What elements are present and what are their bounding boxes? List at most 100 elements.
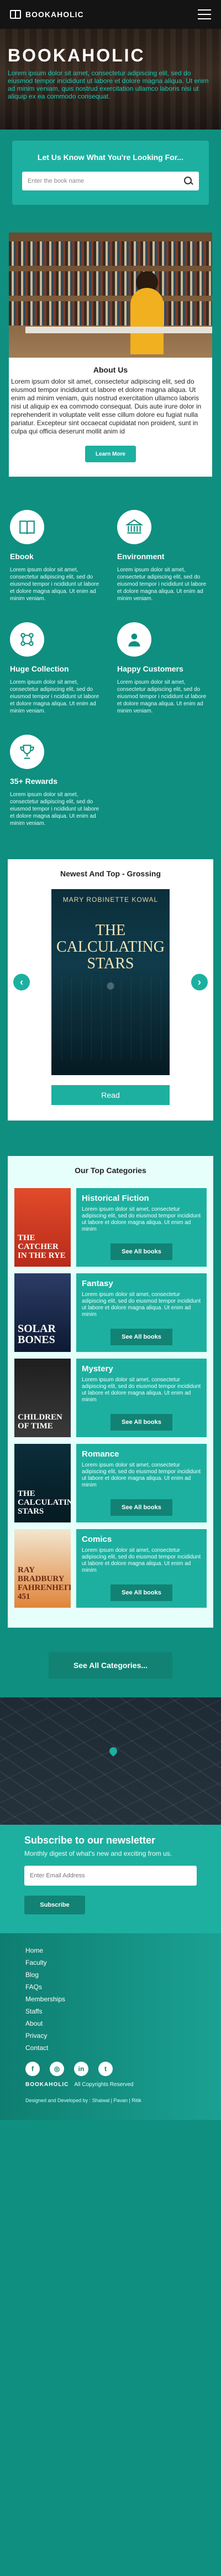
subscribe-button[interactable]: Subscribe xyxy=(24,1896,85,1914)
see-all-books-button[interactable]: See All books xyxy=(110,1243,172,1260)
copyright-text: All Copyrights Reserved xyxy=(74,2082,134,2088)
see-all-books-button[interactable]: See All books xyxy=(110,1584,172,1601)
chevron-right-icon[interactable]: › xyxy=(191,974,208,990)
learn-more-button[interactable]: Learn More xyxy=(85,446,136,462)
about-body: About Us Lorem ipsum dolor sit amet, con… xyxy=(9,358,212,477)
footer-brand-row: BOOKAHOLIC All Copyrights Reserved xyxy=(25,2082,196,2088)
feature-text: Lorem ipsum dolor sit amet, consectetur … xyxy=(10,567,99,602)
footer-link-home[interactable]: Home xyxy=(25,1944,196,1956)
footer-link-contact[interactable]: Contact xyxy=(25,2042,196,2054)
twitter-icon[interactable]: t xyxy=(98,2062,113,2076)
footer-link-staffs[interactable]: Staffs xyxy=(25,2005,196,2017)
library-photo xyxy=(9,233,212,358)
category-desc: Lorem ipsum dolor sit amet, consectetur … xyxy=(82,1377,201,1403)
feature-text: Lorem ipsum dolor sit amet, consectetur … xyxy=(117,567,207,602)
newest-card: Newest And Top - Grossing ‹ MARY ROBINET… xyxy=(8,859,213,1121)
about-text: Lorem ipsum dolor sit amet, consectetur … xyxy=(11,378,202,435)
feature-text: Lorem ipsum dolor sit amet, consectetur … xyxy=(117,679,207,714)
features-section: Ebook Lorem ipsum dolor sit amet, consec… xyxy=(0,477,221,827)
hamburger-icon[interactable] xyxy=(198,9,211,19)
shelf-illustration xyxy=(9,301,212,326)
feature-text: Lorem ipsum dolor sit amet, consectetur … xyxy=(10,792,99,827)
cover-title: RAY BRADBURY FAHRENHEIT 451 xyxy=(18,1566,71,1601)
map-pin-icon xyxy=(108,1746,119,1757)
categories-section: Our Top Categories THE CATCHER IN THE RY… xyxy=(0,1121,221,1679)
book-carousel: ‹ MARY ROBINETTE KOWAL THE CALCULATING S… xyxy=(8,889,213,1075)
category-desc: Lorem ipsum dolor sit amet, consectetur … xyxy=(82,1462,201,1488)
category-name: Historical Fiction xyxy=(82,1194,149,1203)
footer-link-faculty[interactable]: Faculty xyxy=(25,1956,196,1969)
footer-brand: BOOKAHOLIC xyxy=(25,2082,69,2088)
book-cover[interactable]: MARY ROBINETTE KOWAL THE CALCULATING STA… xyxy=(51,889,170,1075)
categories-card: Our Top Categories THE CATCHER IN THE RY… xyxy=(8,1156,213,1628)
facebook-icon[interactable]: f xyxy=(25,2062,40,2076)
category-row: SOLAR BONES Fantasy Lorem ipsum dolor si… xyxy=(14,1273,207,1352)
category-cover[interactable]: CHILDREN OF TIME xyxy=(14,1359,71,1437)
see-all-books-button[interactable]: See All books xyxy=(110,1329,172,1345)
trophy-icon xyxy=(10,735,44,769)
category-row: THE CATCHER IN THE RYE Historical Fictio… xyxy=(14,1188,207,1267)
read-button[interactable]: Read xyxy=(51,1085,170,1105)
feature-text: Lorem ipsum dolor sit amet, consectetur … xyxy=(10,679,99,714)
category-cover[interactable]: RAY BRADBURY FAHRENHEIT 451 xyxy=(14,1529,71,1608)
top-navbar: BOOKAHOLIC xyxy=(0,0,221,29)
email-field[interactable] xyxy=(24,1866,197,1886)
feature-title: Environment xyxy=(117,552,165,561)
brand-logo[interactable]: BOOKAHOLIC xyxy=(10,10,84,19)
credit-text: Designed and Developed by : Shaiwal | Pa… xyxy=(25,2098,141,2103)
category-card: Comics Lorem ipsum dolor sit amet, conse… xyxy=(76,1529,207,1608)
category-card: Mystery Lorem ipsum dolor sit amet, cons… xyxy=(76,1359,207,1437)
categories-title: Our Top Categories xyxy=(75,1166,146,1175)
social-links: f ◎ in t xyxy=(25,2062,196,2076)
book-icon xyxy=(10,510,44,544)
search-icon[interactable] xyxy=(183,176,193,186)
footer-link-memberships[interactable]: Memberships xyxy=(25,1993,196,2005)
newsletter-title: Subscribe to our newsletter xyxy=(24,1835,156,1846)
footer-link-faqs[interactable]: FAQs xyxy=(25,1981,196,1993)
book-title: THE CALCULATING STARS xyxy=(56,922,165,972)
book-author: MARY ROBINETTE KOWAL xyxy=(62,896,159,904)
category-cover[interactable]: SOLAR BONES xyxy=(14,1273,71,1352)
category-name: Romance xyxy=(82,1449,119,1459)
chevron-left-icon[interactable]: ‹ xyxy=(13,974,30,990)
category-desc: Lorem ipsum dolor sit amet, consectetur … xyxy=(82,1292,201,1318)
instagram-icon[interactable]: ◎ xyxy=(50,2062,64,2076)
feature-rewards: 35+ Rewards Lorem ipsum dolor sit amet, … xyxy=(10,735,104,827)
category-desc: Lorem ipsum dolor sit amet, consectetur … xyxy=(82,1547,201,1573)
category-cover[interactable]: THE CALCULATING STARS xyxy=(14,1444,71,1522)
location-map[interactable] xyxy=(0,1697,221,1825)
feature-title: Huge Collection xyxy=(10,664,69,673)
hero-banner: BOOKAHOLIC Lorem ipsum dolor sit amet, c… xyxy=(0,29,221,130)
newest-title: Newest And Top - Grossing xyxy=(60,869,161,878)
category-card: Romance Lorem ipsum dolor sit amet, cons… xyxy=(76,1444,207,1522)
about-section: About Us Lorem ipsum dolor sit amet, con… xyxy=(0,205,221,477)
feature-customers: Happy Customers Lorem ipsum dolor sit am… xyxy=(117,622,211,715)
grid-icon xyxy=(10,622,44,657)
see-all-categories-button[interactable]: See All Categories... xyxy=(49,1652,172,1679)
footer-link-blog[interactable]: Blog xyxy=(25,1969,196,1981)
category-row: RAY BRADBURY FAHRENHEIT 451 Comics Lorem… xyxy=(14,1529,207,1608)
desk-illustration xyxy=(25,327,212,333)
linkedin-icon[interactable]: in xyxy=(74,2062,88,2076)
newsletter-section: Subscribe to our newsletter Monthly dige… xyxy=(0,1825,221,1933)
footer-link-privacy[interactable]: Privacy xyxy=(25,2030,196,2042)
see-all-books-button[interactable]: See All books xyxy=(110,1499,172,1516)
category-cover[interactable]: THE CATCHER IN THE RYE xyxy=(14,1188,71,1267)
shelf-illustration xyxy=(9,271,212,296)
hero-subtitle: Lorem ipsum dolor sit amet, consectetur … xyxy=(8,69,209,100)
footer: Home Faculty Blog FAQs Memberships Staff… xyxy=(0,1933,221,2120)
search-input[interactable] xyxy=(28,173,183,189)
category-desc: Lorem ipsum dolor sit amet, consectetur … xyxy=(82,1206,201,1232)
cover-artwork xyxy=(51,978,170,1061)
search-box xyxy=(22,172,199,190)
category-row: THE CALCULATING STARS Romance Lorem ipsu… xyxy=(14,1444,207,1522)
category-name: Mystery xyxy=(82,1364,113,1374)
reader-figure xyxy=(130,288,164,354)
book-logo-icon xyxy=(10,10,21,19)
feature-title: 35+ Rewards xyxy=(10,777,57,786)
feature-ebook: Ebook Lorem ipsum dolor sit amet, consec… xyxy=(10,510,104,602)
feature-environment: Environment Lorem ipsum dolor sit amet, … xyxy=(117,510,211,602)
library-icon xyxy=(117,510,151,544)
footer-link-about[interactable]: About xyxy=(25,2017,196,2030)
see-all-books-button[interactable]: See All books xyxy=(110,1414,172,1431)
